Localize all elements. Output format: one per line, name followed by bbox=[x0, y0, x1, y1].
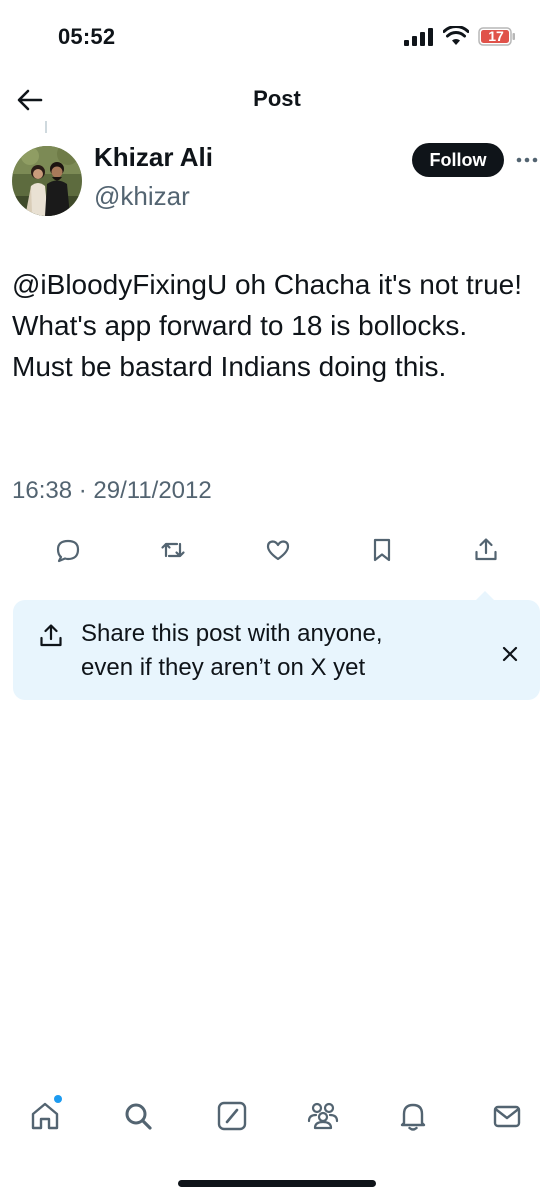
heart-icon bbox=[266, 540, 290, 561]
home-notification-dot bbox=[54, 1095, 62, 1103]
author-handle[interactable]: @khizar bbox=[94, 181, 190, 212]
header: Post bbox=[0, 70, 554, 130]
share-banner-close-button[interactable] bbox=[492, 636, 528, 672]
share-icon bbox=[475, 538, 497, 561]
repost-icon bbox=[161, 542, 185, 558]
nav-notifications[interactable] bbox=[388, 1090, 438, 1142]
more-horizontal-icon bbox=[516, 157, 538, 163]
home-indicator[interactable] bbox=[178, 1180, 376, 1187]
home-icon bbox=[31, 1102, 59, 1130]
like-button[interactable] bbox=[258, 530, 298, 570]
cellular-signal-icon bbox=[404, 28, 433, 46]
nav-communities[interactable] bbox=[298, 1090, 348, 1142]
avatar-photo bbox=[12, 146, 82, 216]
nav-search[interactable] bbox=[113, 1090, 163, 1142]
avatar[interactable] bbox=[12, 146, 82, 216]
share-button[interactable] bbox=[466, 530, 506, 570]
page-title: Post bbox=[253, 86, 301, 111]
reply-button[interactable] bbox=[48, 530, 88, 570]
wifi-icon bbox=[443, 26, 469, 45]
post-timestamp[interactable]: 16:38 · 29/11/2012 bbox=[12, 477, 212, 505]
nav-grok[interactable] bbox=[207, 1090, 257, 1142]
nav-messages[interactable] bbox=[482, 1090, 532, 1142]
follow-button[interactable]: Follow bbox=[412, 143, 504, 177]
post-actions bbox=[0, 530, 554, 570]
author-display-name[interactable]: Khizar Ali bbox=[94, 142, 213, 173]
post-text: @iBloodyFixingU oh Chacha it's not true!… bbox=[12, 269, 523, 382]
nav-home[interactable] bbox=[20, 1090, 70, 1142]
thread-connector-line bbox=[45, 121, 47, 133]
status-time: 05:52 bbox=[58, 24, 116, 49]
close-icon bbox=[502, 646, 518, 662]
share-icon bbox=[40, 624, 62, 647]
bookmark-icon bbox=[373, 538, 391, 562]
search-icon bbox=[125, 1103, 152, 1130]
bookmark-button[interactable] bbox=[362, 530, 402, 570]
share-banner-icon bbox=[36, 621, 66, 651]
more-options-button[interactable] bbox=[512, 148, 542, 172]
share-banner-text-line2: even if they aren’t on X yet bbox=[81, 654, 366, 681]
mail-icon bbox=[493, 1105, 521, 1128]
comment-icon bbox=[56, 539, 80, 563]
share-banner-text-line1: Share this post with anyone, bbox=[81, 620, 383, 647]
repost-button[interactable] bbox=[153, 530, 193, 570]
status-bar: 05:52 17 bbox=[0, 0, 554, 70]
bell-icon bbox=[400, 1103, 426, 1131]
communities-icon bbox=[307, 1102, 339, 1130]
share-banner bbox=[13, 600, 540, 700]
grok-icon bbox=[217, 1101, 247, 1131]
bottom-nav bbox=[0, 1090, 554, 1146]
battery-level: 17 bbox=[488, 28, 504, 44]
